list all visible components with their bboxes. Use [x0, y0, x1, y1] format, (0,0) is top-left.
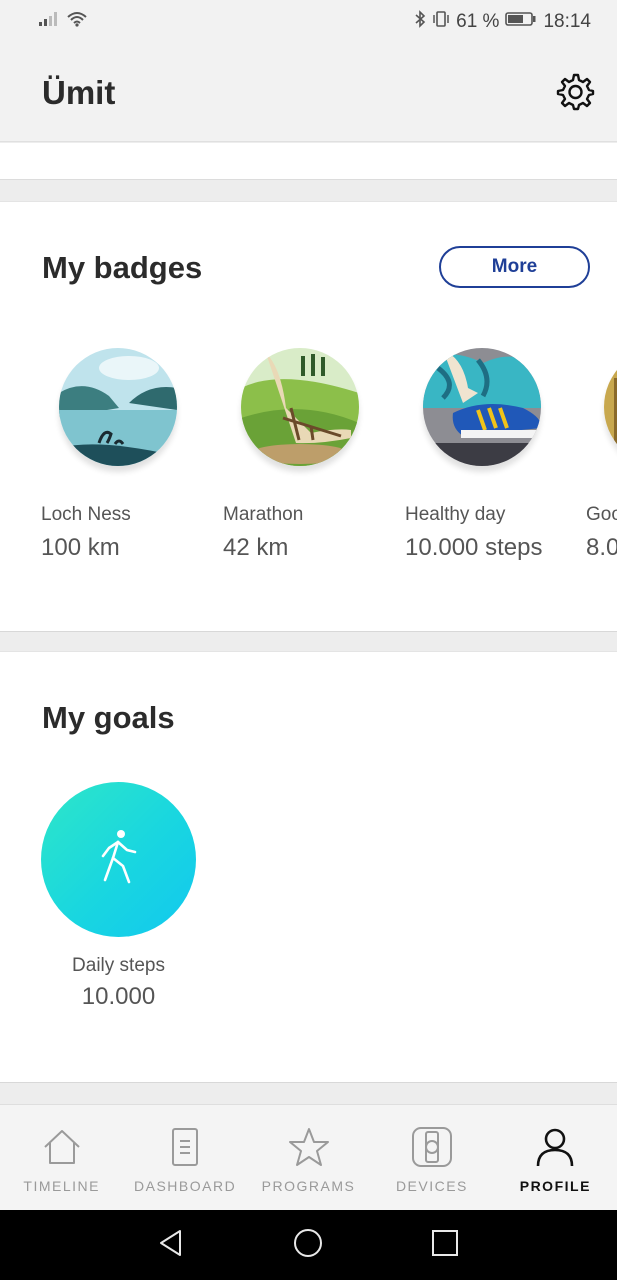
badge-value: 42 km: [223, 534, 289, 561]
battery-percent: 61 %: [456, 11, 500, 32]
badge-value: 8.0: [586, 534, 617, 561]
goals-title: My goals: [42, 700, 175, 735]
marathon-badge-icon: [241, 348, 359, 466]
partial-badge-icon: [604, 348, 617, 466]
nav-item-timeline[interactable]: TIMELINE: [0, 1105, 123, 1210]
status-bar: 61 % 18:14: [0, 0, 617, 44]
page-title: Ümit: [42, 74, 116, 111]
walking-person-icon: [95, 828, 143, 891]
goal-value: 10.000: [81, 983, 156, 1010]
badge-name: Loch Ness: [41, 504, 131, 525]
badge-name: Marathon: [223, 504, 304, 525]
signal-icon: [38, 11, 58, 33]
system-navigation-bar: [0, 1210, 617, 1280]
goals-card: My goals Daily steps 10.000: [0, 651, 617, 1083]
vibrate-icon: [432, 10, 450, 34]
goal-circle: [41, 782, 196, 937]
badge-name: Goo: [586, 504, 617, 525]
goal-name: Daily steps: [72, 955, 165, 976]
more-badges-button[interactable]: More: [439, 246, 590, 288]
dashboard-icon: [163, 1125, 207, 1169]
healthy-day-badge-icon: [423, 348, 541, 466]
back-triangle-icon: [156, 1228, 186, 1263]
gear-icon: [555, 72, 595, 117]
nav-label: TIMELINE: [23, 1178, 100, 1194]
nav-item-devices[interactable]: DEVICES: [370, 1105, 493, 1210]
profile-strip: [0, 143, 617, 180]
clock: 18:14: [543, 11, 591, 32]
badge-name: Healthy day: [405, 504, 506, 525]
person-icon: [533, 1125, 577, 1169]
badges-card: My badges More Loch Ness 100 km Marathon…: [0, 201, 617, 632]
nav-item-dashboard[interactable]: DASHBOARD: [123, 1105, 246, 1210]
settings-button[interactable]: [553, 72, 597, 116]
nav-label: PROGRAMS: [261, 1178, 356, 1194]
nav-item-profile[interactable]: PROFILE: [494, 1105, 617, 1210]
badge-value: 100 km: [41, 534, 120, 561]
star-icon: [287, 1125, 331, 1169]
watch-icon: [410, 1125, 454, 1169]
recents-button[interactable]: [427, 1227, 463, 1263]
badges-title: My badges: [42, 250, 203, 285]
goal-item[interactable]: Daily steps 10.000: [41, 782, 196, 1010]
bluetooth-icon: [414, 10, 426, 34]
home-icon: [40, 1125, 84, 1169]
nav-item-programs[interactable]: PROGRAMS: [247, 1105, 370, 1210]
back-button[interactable]: [153, 1227, 189, 1263]
badge-value: 10.000 steps: [405, 534, 543, 561]
wifi-icon: [66, 11, 88, 33]
recents-square-icon: [430, 1228, 460, 1263]
battery-icon: [505, 11, 537, 33]
bottom-navigation: TIMELINE DASHBOARD PROGRAMS DEVICES PROF…: [0, 1104, 617, 1210]
loch-ness-badge-icon: [59, 348, 177, 466]
app-bar: Ümit: [0, 44, 617, 142]
nav-label: DEVICES: [395, 1178, 468, 1194]
home-button[interactable]: [290, 1227, 326, 1263]
nav-label: DASHBOARD: [134, 1178, 237, 1194]
nav-label: PROFILE: [519, 1178, 591, 1194]
home-circle-icon: [292, 1227, 324, 1264]
